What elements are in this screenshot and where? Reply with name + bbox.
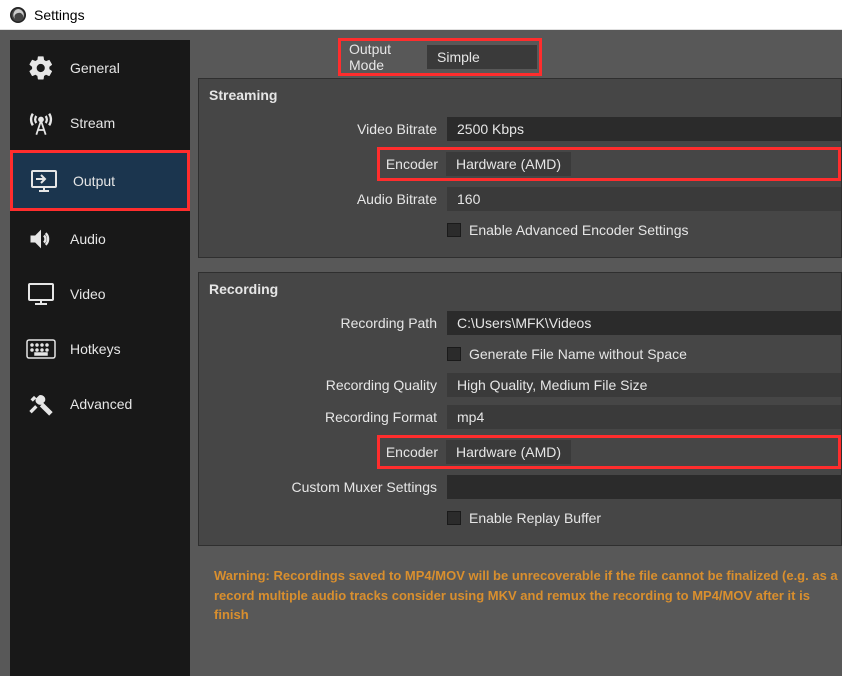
- audio-bitrate-value: 160: [457, 191, 480, 207]
- sidebar-item-general[interactable]: General: [10, 40, 190, 95]
- recording-path-label: Recording Path: [199, 315, 447, 331]
- sidebar-item-label: Hotkeys: [70, 341, 121, 357]
- recording-format-dropdown[interactable]: mp4: [447, 405, 841, 429]
- sidebar: General Stream Output Audio: [10, 40, 190, 676]
- sidebar-item-stream[interactable]: Stream: [10, 95, 190, 150]
- speaker-icon: [26, 224, 56, 254]
- output-mode-value: Simple: [437, 49, 480, 65]
- audio-bitrate-row: Audio Bitrate 160: [199, 183, 841, 215]
- no-space-row: Generate File Name without Space: [199, 339, 841, 369]
- muxer-label: Custom Muxer Settings: [199, 479, 447, 495]
- recording-quality-row: Recording Quality High Quality, Medium F…: [199, 369, 841, 401]
- sidebar-item-label: Stream: [70, 115, 115, 131]
- recording-group: Recording Recording Path C:\Users\MFK\Vi…: [198, 272, 842, 546]
- advanced-encoder-label: Enable Advanced Encoder Settings: [469, 222, 689, 238]
- output-mode-row: Output Mode Simple: [338, 40, 842, 74]
- replay-buffer-checkbox[interactable]: [447, 511, 461, 525]
- recording-title: Recording: [199, 273, 841, 307]
- streaming-group: Streaming Video Bitrate 2500 Kbps Encode…: [198, 78, 842, 258]
- sidebar-item-video[interactable]: Video: [10, 266, 190, 321]
- recording-path-value: C:\Users\MFK\Videos: [457, 315, 591, 331]
- sidebar-item-output[interactable]: Output: [13, 153, 187, 208]
- streaming-encoder-value: Hardware (AMD): [456, 156, 561, 172]
- monitor-output-icon: [29, 166, 59, 196]
- recording-format-row: Recording Format mp4: [199, 401, 841, 433]
- video-bitrate-row: Video Bitrate 2500 Kbps: [199, 113, 841, 145]
- sidebar-item-hotkeys[interactable]: Hotkeys: [10, 321, 190, 376]
- sidebar-item-advanced[interactable]: Advanced: [10, 376, 190, 431]
- recording-quality-value: High Quality, Medium File Size: [457, 377, 647, 393]
- replay-buffer-row: Enable Replay Buffer: [199, 503, 841, 533]
- titlebar: Settings: [0, 0, 842, 30]
- warning-line2: record multiple audio tracks consider us…: [214, 586, 842, 625]
- highlight-recording-encoder: Encoder Hardware (AMD): [377, 435, 841, 469]
- streaming-encoder-dropdown[interactable]: Hardware (AMD): [446, 152, 571, 176]
- recording-path-row: Recording Path C:\Users\MFK\Videos: [199, 307, 841, 339]
- obs-logo-icon: [10, 7, 26, 23]
- muxer-row: Custom Muxer Settings: [199, 471, 841, 503]
- sidebar-item-label: Advanced: [70, 396, 132, 412]
- antenna-icon: [26, 108, 56, 138]
- warning-text: Warning: Recordings saved to MP4/MOV wil…: [198, 560, 842, 625]
- recording-quality-dropdown[interactable]: High Quality, Medium File Size: [447, 373, 841, 397]
- recording-path-input[interactable]: C:\Users\MFK\Videos: [447, 311, 841, 335]
- highlight-output-nav: Output: [10, 150, 190, 211]
- audio-bitrate-label: Audio Bitrate: [199, 191, 447, 207]
- streaming-title: Streaming: [199, 79, 841, 113]
- video-bitrate-label: Video Bitrate: [199, 121, 447, 137]
- sidebar-item-audio[interactable]: Audio: [10, 211, 190, 266]
- warning-line1: Warning: Recordings saved to MP4/MOV wil…: [214, 566, 842, 586]
- tools-icon: [26, 389, 56, 419]
- content-panel: Output Mode Simple Streaming Video Bitra…: [190, 30, 842, 676]
- muxer-input[interactable]: [447, 475, 841, 499]
- streaming-encoder-label: Encoder: [380, 156, 446, 172]
- advanced-encoder-checkbox[interactable]: [447, 223, 461, 237]
- monitor-icon: [26, 279, 56, 309]
- sidebar-item-label: Output: [73, 173, 115, 189]
- sidebar-item-label: General: [70, 60, 120, 76]
- highlight-streaming-encoder: Encoder Hardware (AMD): [377, 147, 841, 181]
- no-space-checkbox[interactable]: [447, 347, 461, 361]
- video-bitrate-input[interactable]: 2500 Kbps: [447, 117, 841, 141]
- sidebar-item-label: Video: [70, 286, 106, 302]
- recording-encoder-label: Encoder: [380, 444, 446, 460]
- recording-format-value: mp4: [457, 409, 484, 425]
- output-mode-dropdown[interactable]: Simple: [427, 45, 537, 69]
- window-title: Settings: [34, 7, 85, 23]
- sidebar-item-label: Audio: [70, 231, 106, 247]
- video-bitrate-value: 2500 Kbps: [457, 121, 524, 137]
- replay-buffer-label: Enable Replay Buffer: [469, 510, 601, 526]
- audio-bitrate-dropdown[interactable]: 160: [447, 187, 841, 211]
- no-space-label: Generate File Name without Space: [469, 346, 687, 362]
- keyboard-icon: [26, 334, 56, 364]
- advanced-encoder-row: Enable Advanced Encoder Settings: [199, 215, 841, 245]
- main-area: General Stream Output Audio: [0, 30, 842, 676]
- gear-icon: [26, 53, 56, 83]
- recording-encoder-value: Hardware (AMD): [456, 444, 561, 460]
- recording-encoder-dropdown[interactable]: Hardware (AMD): [446, 440, 571, 464]
- recording-quality-label: Recording Quality: [199, 377, 447, 393]
- highlight-output-mode: Output Mode Simple: [338, 38, 542, 76]
- output-mode-label: Output Mode: [345, 41, 427, 73]
- recording-format-label: Recording Format: [199, 409, 447, 425]
